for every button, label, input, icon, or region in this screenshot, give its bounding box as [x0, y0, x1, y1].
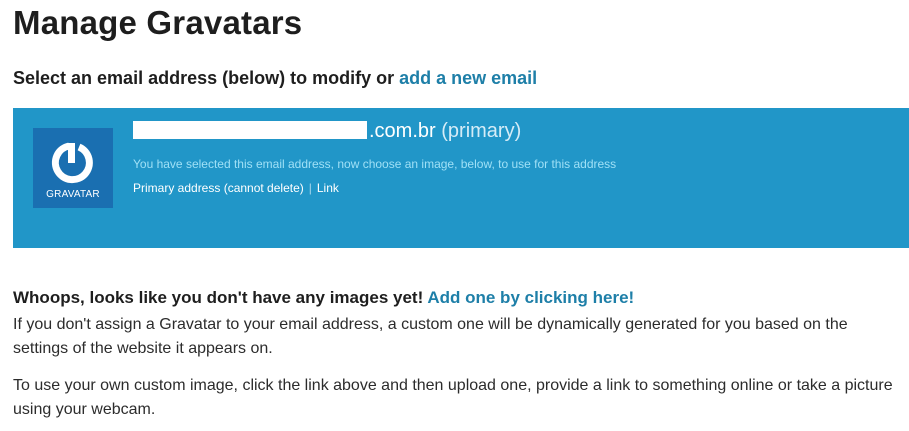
gravatar-logo-text: GRAVATAR [46, 189, 100, 200]
auto-gravatar-paragraph: If you don't assign a Gravatar to your e… [13, 316, 848, 357]
primary-status-text: Primary address (cannot delete) [133, 181, 304, 195]
no-images-heading: Whoops, looks like you don't have any im… [13, 288, 634, 308]
custom-image-paragraph: To use your own custom image, click the … [13, 377, 893, 418]
selection-notice: You have selected this email address, no… [133, 157, 617, 171]
no-images-text: Whoops, looks like you don't have any im… [13, 288, 424, 307]
redacted-email-local-part [133, 121, 367, 139]
email-meta: Primary address (cannot delete) | Link [133, 181, 339, 195]
email-domain-suffix: .com.br [369, 120, 436, 142]
add-new-email-link[interactable]: add a new email [399, 68, 537, 88]
email-link-button[interactable]: Link [317, 181, 339, 195]
meta-separator: | [308, 181, 312, 195]
primary-tag: (primary) [441, 120, 522, 142]
gravatar-logo-icon [51, 142, 93, 184]
add-image-link[interactable]: Add one by clicking here! [427, 288, 634, 307]
email-address: .com.br (primary) [133, 120, 521, 143]
page-title: Manage Gravatars [13, 4, 303, 41]
selected-email-panel[interactable]: GRAVATAR .com.br (primary) You have sele… [13, 108, 909, 248]
gravatar-logo: GRAVATAR [33, 128, 113, 208]
select-email-text: Select an email address (below) to modif… [13, 68, 400, 88]
select-email-instruction: Select an email address (below) to modif… [13, 68, 537, 89]
